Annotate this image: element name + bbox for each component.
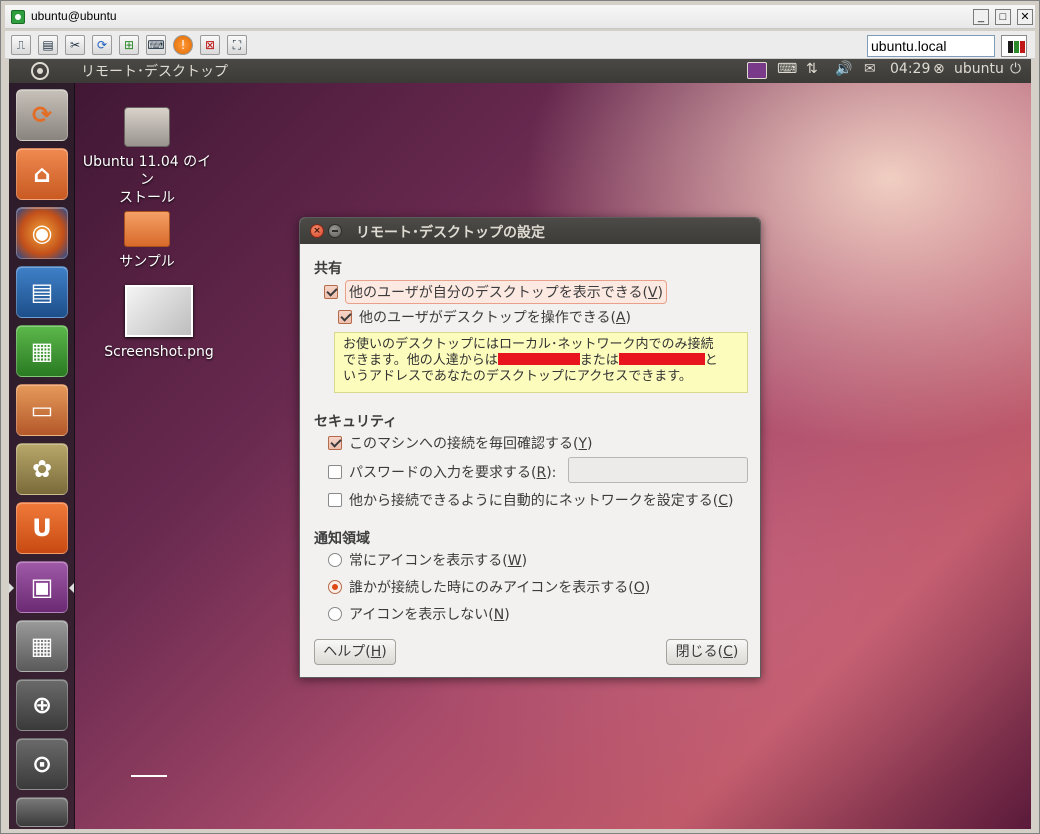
desktop-icon-label: Screenshot.png [104, 344, 214, 360]
checkbox-unchecked[interactable] [328, 465, 342, 479]
radio-selected[interactable] [328, 580, 342, 594]
close-icon[interactable]: × [310, 224, 324, 238]
vnc-app-icon [11, 10, 25, 24]
minimize-button[interactable]: _ [973, 9, 989, 25]
always-show-icon-radio[interactable]: 常にアイコンを表示する(W) [328, 550, 527, 570]
ubuntu-one-icon[interactable]: U [16, 502, 68, 554]
trash-icon[interactable] [16, 797, 68, 827]
checkbox-unchecked[interactable] [328, 493, 342, 507]
desktop-icon-label: ストール [119, 190, 175, 206]
firefox-icon[interactable]: ◉ [16, 207, 68, 259]
allow-control-checkbox[interactable]: 他のユーザがデスクトップを操作できる(A) [338, 307, 631, 327]
workspaces-icon[interactable]: ▦ [16, 620, 68, 672]
fullscreen-icon[interactable]: ⛶ [227, 35, 247, 55]
minimize-icon[interactable] [328, 224, 342, 238]
configure-network-checkbox[interactable]: 他から接続できるように自動的にネットワークを設定する(C) [328, 490, 733, 510]
network-icon[interactable]: ⇅ [806, 61, 818, 77]
section-header-sharing: 共有 [314, 261, 342, 277]
section-header-security: セキュリティ [314, 414, 398, 430]
require-password-checkbox[interactable]: パスワードの入力を要求する(R): [328, 462, 556, 482]
allow-view-checkbox[interactable]: 他のユーザが自分のデスクトップを表示できる(V) [324, 280, 667, 304]
checkbox-checked[interactable] [324, 285, 338, 299]
desktop-icon-label: Ubuntu 11.04 のイン [82, 154, 212, 188]
zoom-in-icon[interactable]: ⊕ [16, 679, 68, 731]
close-button[interactable]: ✕ [1017, 9, 1033, 25]
radio-unselected[interactable] [328, 607, 342, 621]
viewer-toolbar: ⎍ ▤ ✂ ⟳ ⊞ ⌨ ! ⊠ ⛶ ubuntu.local [5, 31, 1035, 59]
checkbox-checked[interactable] [328, 436, 342, 450]
focused-indicator [69, 583, 74, 593]
installer-icon [124, 107, 170, 147]
desktop-icon-screenshot[interactable]: Screenshot.png [89, 285, 229, 361]
install-icon[interactable]: ⟳ [16, 89, 68, 141]
user-status-icon[interactable]: ⊗ [933, 61, 945, 77]
top-panel: リモート･デスクトップ ⌨ ⇅ 🔊 ✉ 04:29 ⊗ ubuntu ⏻ [9, 59, 1031, 83]
windows-key-icon[interactable]: ⊞ [119, 35, 139, 55]
desktop-icon-samples[interactable]: サンプル [77, 211, 217, 271]
redacted-address [497, 353, 580, 365]
mail-icon[interactable]: ✉ [864, 61, 876, 77]
launcher: ⟳ ⌂ ◉ ▤ ▦ ▭ ✿ U ▣ ▦ ⊕ ⊙ [9, 83, 75, 829]
vnc-viewer-window: ubuntu@ubuntu _ □ ✕ ⎍ ▤ ✂ ⟳ ⊞ ⌨ ! ⊠ ⛶ ub… [0, 0, 1040, 834]
panel-app-title: リモート･デスクトップ [81, 64, 228, 80]
volume-icon[interactable]: 🔊 [835, 61, 852, 77]
ubuntu-logo-icon[interactable] [31, 62, 49, 80]
host-field[interactable]: ubuntu.local [867, 35, 995, 57]
impress-icon[interactable]: ▭ [16, 384, 68, 436]
dialog-title: リモート･デスクトップの設定 [356, 225, 545, 241]
radio-unselected[interactable] [328, 553, 342, 567]
show-when-connected-radio[interactable]: 誰かが接続した時にのみアイコンを表示する(O) [328, 577, 650, 597]
monitor-icon[interactable]: ⎍ [11, 35, 31, 55]
viewer-title: ubuntu@ubuntu [31, 9, 117, 23]
connection-status-icon [1001, 35, 1027, 57]
clock[interactable]: 04:29 [890, 61, 930, 77]
redacted-address [618, 353, 705, 365]
dialog-titlebar: × リモート･デスクトップの設定 [300, 218, 760, 244]
options-icon[interactable]: ▤ [38, 35, 58, 55]
refresh-icon[interactable]: ⟳ [92, 35, 112, 55]
help-button[interactable]: ヘルプ(H) [314, 639, 396, 665]
maximize-button[interactable]: □ [995, 9, 1011, 25]
remote-screen[interactable]: リモート･デスクトップ ⌨ ⇅ 🔊 ✉ 04:29 ⊗ ubuntu ⏻ ⟳ ⌂… [9, 59, 1031, 829]
alert-icon[interactable]: ! [173, 35, 193, 55]
active-indicator [9, 583, 14, 593]
writer-icon[interactable]: ▤ [16, 266, 68, 318]
viewer-titlebar: ubuntu@ubuntu _ □ ✕ [5, 5, 1035, 29]
disconnect-icon[interactable]: ⊠ [200, 35, 220, 55]
keyboard-layout-icon[interactable]: ⌨ [777, 61, 797, 77]
calc-icon[interactable]: ▦ [16, 325, 68, 377]
user-name[interactable]: ubuntu [954, 61, 1004, 77]
software-center-icon[interactable]: ✿ [16, 443, 68, 495]
remote-desktop-icon[interactable]: ▣ [16, 561, 68, 613]
tools-icon[interactable]: ✂ [65, 35, 85, 55]
folder-icon [124, 211, 170, 247]
power-icon[interactable]: ⏻ [1010, 61, 1021, 77]
never-show-icon-radio[interactable]: アイコンを表示しない(N) [328, 604, 510, 624]
desktop-icon-label: サンプル [119, 254, 175, 270]
password-input[interactable] [568, 457, 748, 483]
image-thumbnail-icon [125, 285, 193, 337]
confirm-connection-checkbox[interactable]: このマシンへの接続を毎回確認する(Y) [328, 433, 593, 453]
access-info-note: お使いのデスクトップにはローカル･ネットワーク内でのみ接続 できます。他の人達か… [334, 332, 748, 393]
desktop-marker [131, 775, 167, 777]
desktop-icon-installer[interactable]: Ubuntu 11.04 のイン ストール [77, 107, 217, 207]
checkbox-checked[interactable] [338, 310, 352, 324]
remote-desktop-preferences-dialog: × リモート･デスクトップの設定 共有 他のユーザが自分のデスクトップを表示でき… [299, 217, 761, 678]
home-folder-icon[interactable]: ⌂ [16, 148, 68, 200]
search-apps-icon[interactable]: ⊙ [16, 738, 68, 790]
keyboard-icon[interactable]: ⌨ [146, 35, 166, 55]
vino-indicator-icon[interactable] [747, 62, 767, 79]
section-header-notification: 通知領域 [314, 531, 370, 547]
close-dialog-button[interactable]: 閉じる(C) [666, 639, 748, 665]
